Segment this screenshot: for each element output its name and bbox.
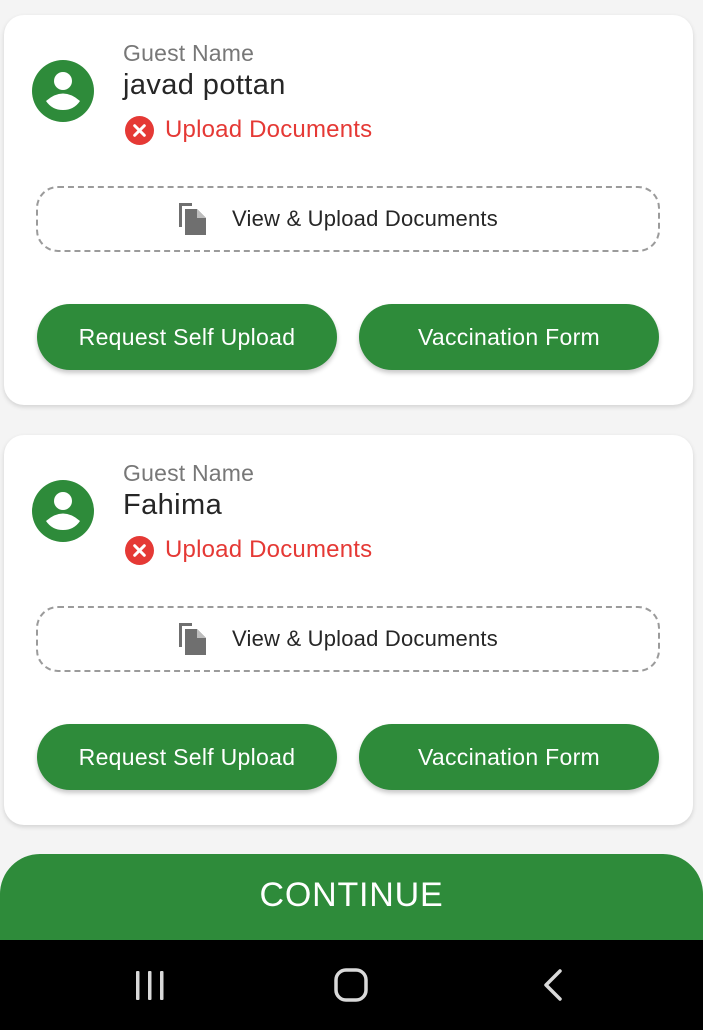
request-self-upload-button[interactable]: Request Self Upload [37, 304, 337, 370]
view-upload-documents-button[interactable]: View & Upload Documents [36, 606, 660, 672]
error-x-icon [125, 115, 154, 145]
screen: Guest Name javad pottan Upload Documents… [0, 0, 703, 1030]
person-icon [32, 60, 94, 122]
guest-name: Fahima [123, 489, 223, 521]
vaccination-form-button[interactable]: Vaccination Form [359, 724, 659, 790]
home-icon[interactable] [326, 965, 376, 1005]
guest-card: Guest Name javad pottan Upload Documents… [4, 15, 693, 405]
document-copy-icon [179, 623, 207, 655]
request-self-upload-button[interactable]: Request Self Upload [37, 724, 337, 790]
view-upload-documents-label: View & Upload Documents [232, 626, 498, 651]
upload-status-text: Upload Documents [165, 116, 373, 143]
person-icon [32, 480, 94, 542]
upload-status: Upload Documents [125, 535, 372, 565]
guest-name-label: Guest Name [123, 460, 255, 486]
guest-name-label: Guest Name [123, 40, 255, 66]
view-upload-documents-label: View & Upload Documents [232, 206, 498, 231]
back-icon[interactable] [528, 965, 578, 1005]
error-x-icon [125, 535, 154, 565]
view-upload-documents-button[interactable]: View & Upload Documents [36, 186, 660, 252]
document-copy-icon [179, 203, 207, 235]
guest-card: Guest Name Fahima Upload Documents View … [4, 435, 693, 825]
upload-status-text: Upload Documents [165, 536, 373, 563]
upload-status: Upload Documents [125, 115, 372, 145]
continue-button[interactable]: CONTINUE [0, 854, 703, 944]
guest-name: javad pottan [123, 69, 286, 101]
system-navigation-bar [0, 940, 703, 1030]
recent-apps-icon[interactable] [125, 965, 175, 1005]
vaccination-form-button[interactable]: Vaccination Form [359, 304, 659, 370]
